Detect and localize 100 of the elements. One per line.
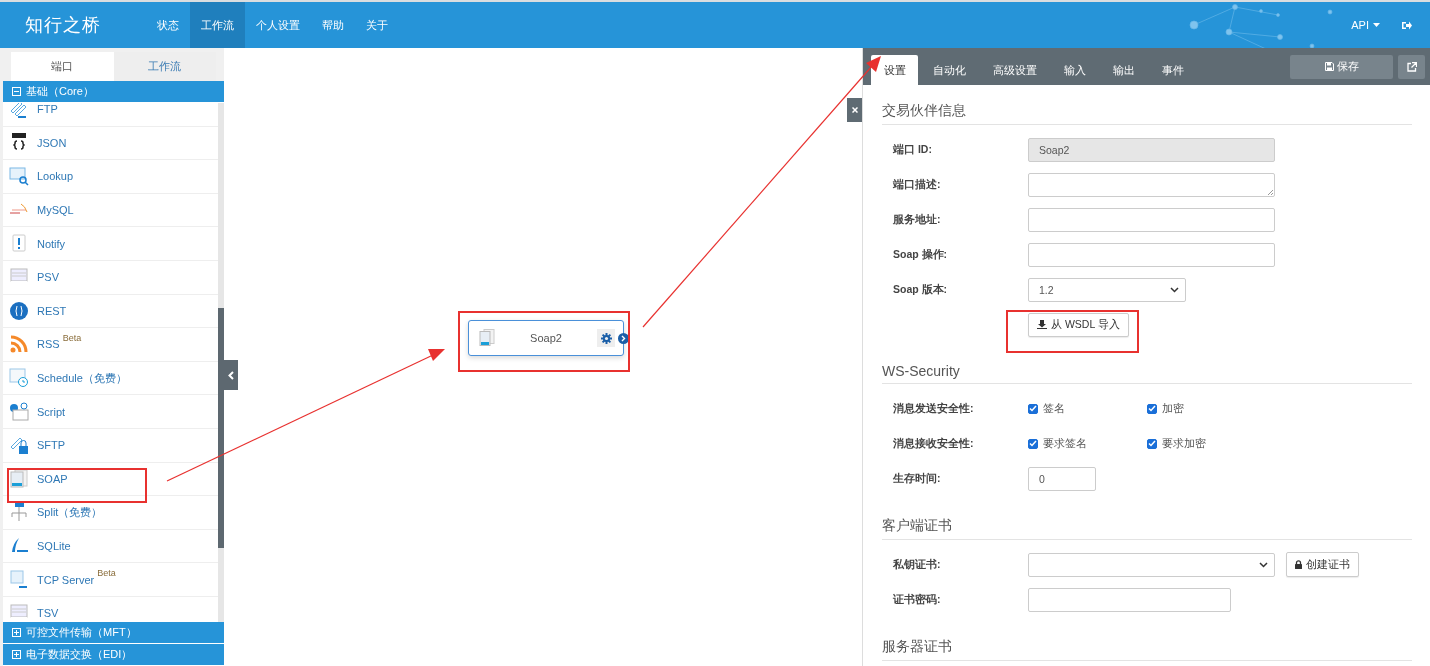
connector-icon	[9, 334, 29, 355]
checkbox-label[interactable]: 加密	[1162, 401, 1184, 416]
field-label: 私钥证书:	[893, 557, 942, 572]
connector-item[interactable]: Schedule（免费）	[3, 361, 218, 396]
connector-icon	[9, 300, 29, 321]
panel-tab[interactable]: 输出	[1100, 55, 1147, 85]
check-icon	[1029, 405, 1037, 412]
connector-item[interactable]: TCP Server Beta	[3, 563, 218, 597]
connector-icon	[9, 502, 29, 523]
collapse-sidebar-button[interactable]	[224, 360, 238, 390]
sidebar-tab[interactable]: 端口	[11, 52, 114, 81]
panel-tab[interactable]: 自动化	[920, 55, 978, 85]
user-menu[interactable]: API	[1351, 19, 1380, 31]
input-field: Soap2	[1028, 137, 1275, 162]
logo-text: 知行之桥	[25, 14, 101, 37]
panel-tab[interactable]: 输入	[1051, 55, 1098, 85]
nav-item[interactable]: 关于	[355, 2, 399, 48]
chevron-down-icon	[1259, 561, 1268, 568]
node-settings-button[interactable]	[597, 329, 615, 347]
import-icon	[1037, 320, 1047, 329]
input-field[interactable]	[1028, 207, 1275, 232]
category-header[interactable]: 基础（Core）	[3, 81, 224, 103]
checkbox-label[interactable]: 要求加密	[1162, 436, 1206, 451]
field-label: 证书密码:	[893, 592, 942, 607]
check-icon	[1029, 440, 1037, 447]
check-icon	[1148, 440, 1156, 447]
input-field[interactable]	[1028, 587, 1231, 612]
document-icon	[479, 329, 495, 347]
output-port-icon[interactable]	[618, 333, 629, 344]
checkbox-label[interactable]: 签名	[1043, 401, 1065, 416]
field-label: 端口 ID:	[893, 142, 933, 157]
nav-item[interactable]: 帮助	[311, 2, 355, 48]
connector-icon	[9, 103, 29, 120]
section-heading: WS-Security	[882, 363, 960, 379]
category-header[interactable]: 电子数据交换（EDI）	[3, 644, 224, 666]
caret-icon	[1373, 23, 1380, 27]
checkbox[interactable]	[1028, 403, 1038, 414]
input-field[interactable]: 0	[1028, 466, 1096, 491]
field-label: Soap 版本:	[893, 282, 949, 297]
checkbox[interactable]	[1028, 438, 1038, 449]
beta-label: Beta	[97, 568, 116, 579]
field-label: 消息发送安全性:	[893, 401, 975, 416]
field-label: 消息接收安全性:	[893, 436, 975, 451]
panel-tab[interactable]: 高级设置	[980, 55, 1049, 85]
close-icon	[851, 107, 858, 113]
connector-item[interactable]: PSV	[3, 260, 218, 295]
field-label: 端口描述:	[893, 177, 942, 192]
connector-icon	[9, 435, 29, 456]
checkbox[interactable]	[1147, 403, 1157, 414]
open-external-button[interactable]	[1398, 54, 1425, 79]
chevron-left-icon	[228, 370, 234, 380]
save-button[interactable]: 保存	[1290, 54, 1393, 79]
logout-icon[interactable]	[1402, 20, 1412, 30]
connector-item[interactable]: REST	[3, 294, 218, 329]
connector-item[interactable]: JSON	[3, 126, 218, 161]
chevron-down-icon	[1170, 286, 1179, 293]
save-icon	[1324, 62, 1334, 71]
checkbox[interactable]	[1147, 438, 1157, 449]
connector-item[interactable]: SOAP	[3, 462, 218, 497]
input-field[interactable]	[1028, 242, 1275, 267]
connector-icon	[9, 468, 29, 489]
connector-icon	[9, 401, 29, 422]
close-panel-button[interactable]	[847, 98, 862, 122]
nav-item[interactable]: 个人设置	[245, 2, 311, 48]
section-heading: 交易伙伴信息	[882, 102, 966, 120]
section-heading: 客户端证书	[882, 517, 952, 535]
lock-icon	[1295, 560, 1302, 569]
resize-handle-icon[interactable]	[1267, 188, 1273, 195]
connector-icon	[9, 569, 29, 590]
import-wsdl-button[interactable]: 从 WSDL 导入	[1028, 312, 1129, 337]
field-label: Soap 操作:	[893, 247, 949, 262]
connector-icon	[9, 166, 29, 187]
connector-icon	[9, 233, 29, 254]
connector-icon	[9, 132, 29, 153]
connector-item[interactable]: Script	[3, 395, 218, 429]
panel-tab[interactable]: 设置	[871, 55, 918, 85]
textarea-field[interactable]	[1028, 172, 1275, 197]
connector-icon	[9, 368, 29, 389]
connector-item[interactable]: FTP	[3, 103, 218, 127]
beta-label: Beta	[62, 333, 82, 344]
nav-item[interactable]: 状态	[146, 2, 190, 48]
connector-item[interactable]: Split（免费）	[3, 496, 218, 530]
scrollbar[interactable]	[218, 103, 224, 622]
external-link-icon	[1406, 61, 1417, 72]
connector-item[interactable]: Notify	[3, 227, 218, 261]
checkbox-label[interactable]: 要求签名	[1043, 436, 1087, 451]
nav-item[interactable]: 工作流	[190, 2, 245, 48]
connector-item[interactable]: RSS Beta	[3, 328, 218, 362]
category-header[interactable]: 可控文件传输（MFT）	[3, 622, 224, 644]
dropdown-field[interactable]: 1.2	[1028, 277, 1186, 302]
create-certificate-button[interactable]: 创建证书	[1286, 552, 1359, 577]
panel-tab[interactable]: 事件	[1149, 55, 1196, 85]
settings-icon	[600, 332, 612, 344]
connector-item[interactable]: SFTP	[3, 428, 218, 463]
field-label: 服务地址:	[893, 212, 942, 227]
connector-item[interactable]: Lookup	[3, 160, 218, 194]
section-heading: 服务器证书	[882, 638, 952, 656]
dropdown-field[interactable]	[1028, 552, 1275, 577]
field-label: 生存时间:	[893, 471, 942, 486]
check-icon	[1148, 405, 1156, 412]
